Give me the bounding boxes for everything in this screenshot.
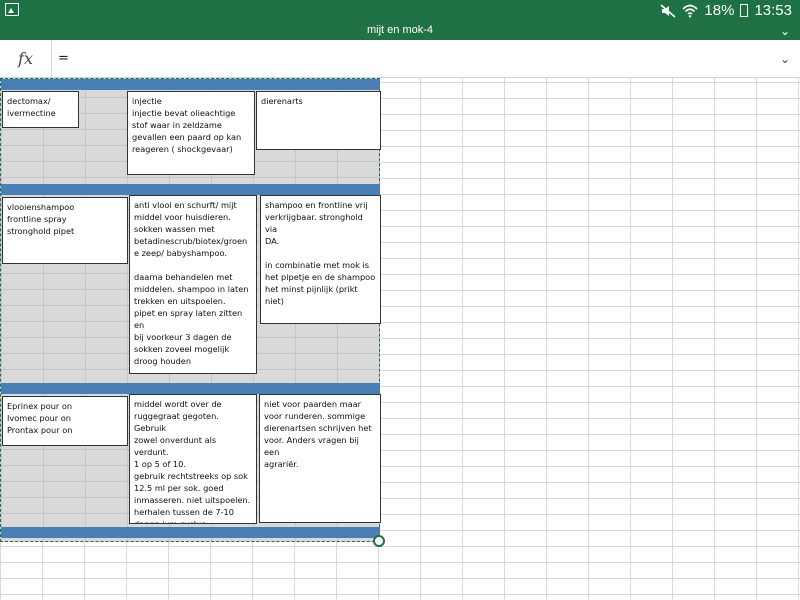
title-bar[interactable]: mijt en mok-4 ⌄ — [0, 21, 800, 40]
text-box[interactable]: anti vlooi en schurft/ mijt middel voor … — [129, 195, 257, 374]
selection-resize-handle[interactable] — [373, 535, 385, 547]
formula-input[interactable]: = — [58, 40, 69, 78]
status-right: 18% 13:53 — [660, 0, 792, 21]
document-title: mijt en mok-4 — [366, 24, 434, 36]
battery-percent: 18% — [704, 2, 735, 19]
chevron-down-icon[interactable]: ⌄ — [780, 22, 790, 41]
spreadsheet-grid[interactable]: dectomax/ ivermectine injectie injectie … — [0, 78, 800, 600]
header-band — [1, 383, 380, 394]
text-box[interactable]: shampoo en frontline vrij verkrijgbaar. … — [260, 195, 381, 324]
header-band — [1, 79, 380, 90]
text-box[interactable]: injectie injectie bevat olieachtige stof… — [127, 91, 255, 175]
image-notification-icon — [5, 3, 19, 16]
battery-icon — [740, 4, 749, 17]
text-box[interactable]: middel wordt over de ruggegraat gegoten.… — [129, 394, 257, 524]
header-band — [1, 184, 380, 195]
expand-chevron-icon[interactable]: ⌄ — [780, 40, 790, 78]
mute-icon — [660, 3, 676, 18]
text-box[interactable]: niet voor paarden maar voor runderen. so… — [259, 394, 381, 523]
status-bar: 18% 13:53 — [0, 0, 800, 21]
function-icon[interactable]: fx — [0, 40, 52, 78]
text-box[interactable]: dierenarts — [256, 91, 381, 150]
text-box[interactable]: vlooienshampoo frontline spray stronghol… — [2, 197, 128, 264]
text-box[interactable]: dectomax/ ivermectine — [2, 91, 79, 128]
text-box[interactable]: Eprinex pour on Ivomec pour on Prontax p… — [2, 396, 128, 446]
wifi-icon — [682, 4, 698, 17]
clock: 13:53 — [754, 2, 792, 19]
formula-bar: fx = ⌄ — [0, 40, 800, 78]
header-band — [1, 527, 380, 538]
